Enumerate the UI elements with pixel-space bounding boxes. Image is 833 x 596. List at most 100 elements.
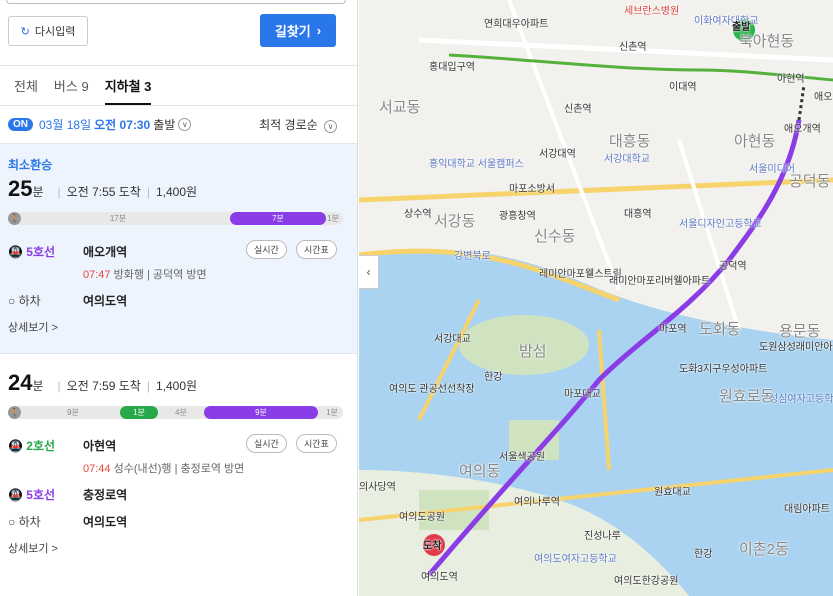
map-label: 신수동 xyxy=(534,228,576,245)
map-label: 이대역 xyxy=(669,82,697,93)
map-label: 마포역 xyxy=(659,324,687,335)
map-label: 아현역 xyxy=(777,74,805,85)
detail-link[interactable]: 상세보기 > xyxy=(8,319,349,335)
map-label: 아현동 xyxy=(734,133,776,150)
map-label: 도원삼성래미안아파트 xyxy=(759,342,833,353)
search-bar: ↻ 다시입력 길찾기 › xyxy=(0,0,357,66)
map-label: 진성나루 xyxy=(584,531,621,542)
route-step: 🚇 5호선 애오개역 07:47 방화행 | 공덕역 방면 실시간 시간표 xyxy=(8,240,349,282)
route-time-bar: 🚶 9분 1분 4분 9분 1분 xyxy=(8,406,343,419)
route-card[interactable]: 최소환승 25 분 | 오전 7:55 도착 | 1,400원 🚶 17분 7분… xyxy=(0,144,357,354)
route-step: 🚇 2호선 아현역 07:44 성수(내선)행 | 충정로역 방면 실시간 시간… xyxy=(8,434,349,476)
route-badge: 최소환승 xyxy=(8,158,53,172)
chevron-down-icon: ∨ xyxy=(324,120,337,133)
map-label: 신촌역 xyxy=(619,42,647,53)
map-label: 여의동 xyxy=(459,463,501,480)
map-label: 도착 xyxy=(423,541,442,552)
map-label: 서울디자인고등학교 xyxy=(679,219,762,230)
map-label: 여의도역 xyxy=(421,572,458,583)
sort-selector[interactable]: 최적 경로순 ∨ xyxy=(259,116,337,133)
timetable-button[interactable]: 시간표 xyxy=(296,434,337,453)
map-label: 도화동 xyxy=(699,321,741,338)
destination-input-edge[interactable] xyxy=(6,0,346,4)
subway-segment: 1분 xyxy=(120,406,158,419)
map-label: 대흥역 xyxy=(624,209,652,220)
collapse-panel-button[interactable]: ‹ xyxy=(359,255,379,289)
map-label: 래미안마포리버웰아파트 xyxy=(609,276,711,287)
map-label: 애오 xyxy=(814,92,833,103)
map-label: 홍익대학교 서울캠퍼스 xyxy=(429,159,524,170)
map-label: 대흥동 xyxy=(609,133,651,150)
depart-label: 출발 xyxy=(153,118,176,132)
route-summary: 25 분 | 오전 7:55 도착 | 1,400원 xyxy=(8,176,198,201)
time-selector[interactable]: 오전 07:30 xyxy=(94,116,150,133)
subway-line-label: 🚇 5호선 xyxy=(8,488,56,502)
map-label: 밤섬 xyxy=(519,343,547,360)
map-label: 한강 xyxy=(484,372,503,383)
tab-bus[interactable]: 버스 9 xyxy=(54,76,89,105)
route-time-bar: 🚶 17분 7분 1분 xyxy=(8,212,343,225)
route-step: 🚇 5호선 충정로역 xyxy=(8,488,128,502)
chevron-right-icon: › xyxy=(316,23,322,38)
realtime-button[interactable]: 실시간 xyxy=(246,434,287,453)
date-selector[interactable]: 03월 18일 xyxy=(39,116,91,133)
subway-segment: 9분 xyxy=(204,406,318,419)
route-card[interactable]: 24 분 | 오전 7:59 도착 | 1,400원 🚶 9분 1분 4분 9분… xyxy=(0,354,357,569)
reset-button[interactable]: ↻ 다시입력 xyxy=(8,16,88,46)
map-label: 여의도여자고등학교 xyxy=(534,554,617,565)
map-label: 도화3지구우성아파트 xyxy=(679,364,768,375)
map-label: 여의도 관공선선착장 xyxy=(389,384,475,395)
map-label: 원효로동 xyxy=(719,388,775,405)
map-label: 서울색공원 xyxy=(499,452,545,463)
map-label: 서교동 xyxy=(379,99,421,116)
refresh-icon: ↻ xyxy=(20,25,30,38)
tab-subway[interactable]: 지하철 3 xyxy=(104,76,152,105)
detail-link[interactable]: 상세보기 > xyxy=(8,540,349,556)
map-label: 한강 xyxy=(694,549,713,560)
subway-line-label: 🚇 2호선 xyxy=(8,439,56,453)
chevron-down-icon[interactable]: ∨ xyxy=(178,118,192,131)
map-label: 원효대교 xyxy=(654,487,691,498)
map-label: 광흥창역 xyxy=(499,211,536,222)
map-label: 세브란스병원 xyxy=(624,6,680,17)
walk-icon: 🚶 xyxy=(8,212,21,225)
transport-tabs: 전체 버스 9 지하철 3 xyxy=(0,66,357,106)
map-view[interactable]: 세브란스병원 연희대우아파트 이화여자대학교 출발 북아현동 홍대입구역 신촌역 이대역 아현역… xyxy=(359,0,833,596)
map-label: 이촌2동 xyxy=(739,541,789,558)
alight-label: ○ 하차 xyxy=(8,294,41,308)
map-label: 마포소방서 xyxy=(509,184,555,195)
time-toggle[interactable]: ON xyxy=(8,118,33,131)
subway-segment: 7분 xyxy=(230,212,326,225)
map-label: 강변북로 xyxy=(454,251,491,262)
route-step: ○ 하차 여의도역 xyxy=(8,515,128,529)
filter-row: ON 03월 18일 오전 07:30 출발 ∨ 최적 경로순 ∨ xyxy=(0,106,357,144)
alight-label: ○ 하차 xyxy=(8,515,41,529)
map-label: 서강대교 xyxy=(434,334,471,345)
map-label: 연희대우아파트 xyxy=(484,19,549,30)
walk-icon: 🚶 xyxy=(8,406,21,419)
map-label: 성심여자고등학교 xyxy=(769,394,833,405)
map-canvas xyxy=(359,0,833,596)
map-label: 공덕역 xyxy=(719,261,747,272)
map-label: 의사당역 xyxy=(359,482,396,493)
map-label: 대림아파트 xyxy=(784,504,830,515)
subway-line-label: 🚇 5호선 xyxy=(8,245,56,259)
find-route-button[interactable]: 길찾기 › xyxy=(260,14,336,47)
realtime-button[interactable]: 실시간 xyxy=(246,240,287,259)
map-label: 신촌역 xyxy=(564,104,592,115)
route-step: ○ 하차 여의도역 xyxy=(8,294,128,308)
map-label: 마포대교 xyxy=(564,389,601,400)
map-label: 애오개역 xyxy=(784,124,821,135)
map-label: 북아현동 xyxy=(739,33,795,50)
route-panel: ↻ 다시입력 길찾기 › 전체 버스 9 지하철 3 ON 03월 18일 오전… xyxy=(0,0,358,596)
map-label: 여의도한강공원 xyxy=(614,576,679,587)
map-label: 서강동 xyxy=(434,213,476,230)
map-label: 여의나루역 xyxy=(514,497,560,508)
map-label: 상수역 xyxy=(404,209,432,220)
timetable-button[interactable]: 시간표 xyxy=(296,240,337,259)
tab-all[interactable]: 전체 xyxy=(14,76,38,105)
map-label: 여의도공원 xyxy=(399,512,445,523)
map-label: 공덕동 xyxy=(789,173,831,190)
chevron-left-icon: ‹ xyxy=(366,265,371,279)
map-label: 홍대입구역 xyxy=(429,62,475,73)
